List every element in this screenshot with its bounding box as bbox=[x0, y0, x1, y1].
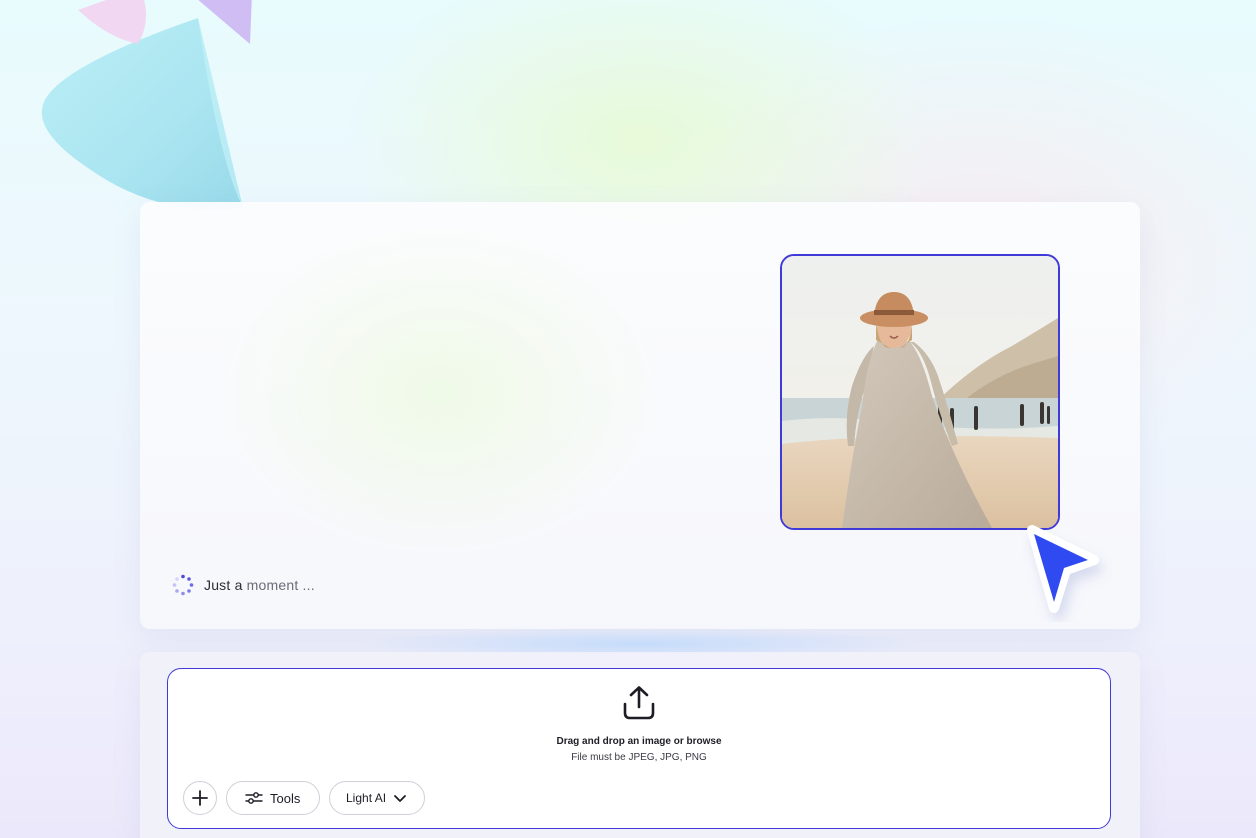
tools-label: Tools bbox=[270, 790, 301, 806]
dropzone-title: Drag and drop an image or browse bbox=[556, 736, 722, 747]
result-card: Just a moment ... bbox=[140, 202, 1140, 629]
model-label: Light AI bbox=[346, 791, 387, 805]
tools-button[interactable]: Tools bbox=[226, 781, 320, 815]
cursor-arrow-icon bbox=[1027, 525, 1099, 613]
image-dropzone[interactable]: Drag and drop an image or browse File mu… bbox=[167, 668, 1111, 829]
chevron-down-icon bbox=[394, 794, 406, 802]
upload-panel: Drag and drop an image or browse File mu… bbox=[140, 652, 1140, 838]
status-text-fade: moment ... bbox=[246, 577, 315, 593]
add-button[interactable] bbox=[183, 781, 217, 815]
status-text: Just a moment ... bbox=[204, 577, 315, 593]
loading-status: Just a moment ... bbox=[172, 574, 315, 596]
model-select[interactable]: Light AI bbox=[329, 781, 425, 815]
status-text-main: Just a bbox=[204, 577, 247, 593]
upload-icon bbox=[623, 686, 655, 720]
decorative-violet-shape bbox=[198, 0, 252, 44]
beach-photo-image bbox=[782, 256, 1058, 528]
app-canvas: Just a moment ... Drag and drop an image… bbox=[0, 0, 1256, 838]
decorative-pink-shape bbox=[78, 0, 146, 44]
dropzone-subtitle: File must be JPEG, JPG, PNG bbox=[571, 752, 707, 763]
spinner-icon bbox=[172, 574, 194, 596]
plus-icon bbox=[192, 790, 208, 806]
sliders-icon bbox=[245, 792, 263, 804]
decorative-cone-shape bbox=[41, 18, 243, 210]
prompt-toolbar: Tools Light AI bbox=[183, 781, 425, 815]
generated-photo[interactable] bbox=[780, 254, 1060, 530]
